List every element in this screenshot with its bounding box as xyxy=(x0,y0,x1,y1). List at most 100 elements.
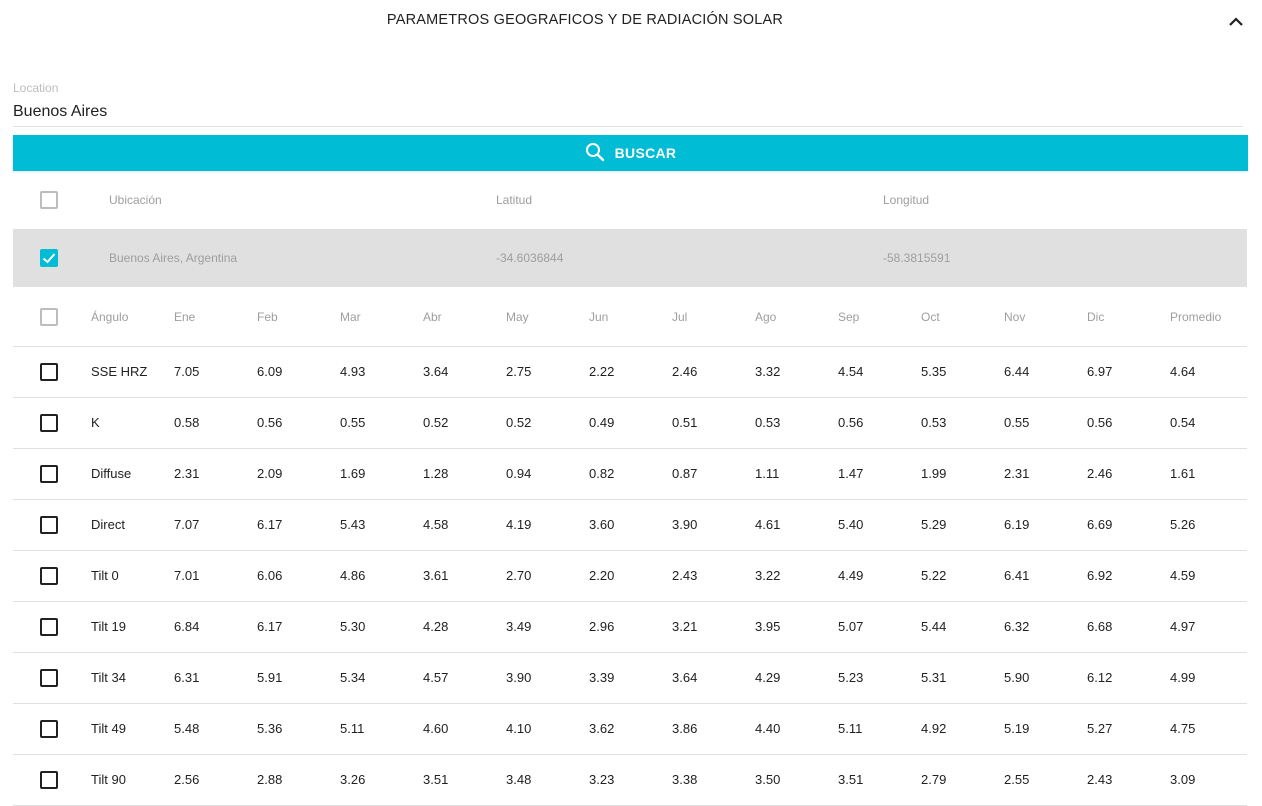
table-cell: 4.60 xyxy=(423,721,449,736)
table-cell: 3.23 xyxy=(589,772,615,787)
table-row[interactable]: Tilt 19 6.84 6.17 5.30 4.28 3.49 2.96 3.21 3.95 5… xyxy=(13,602,1247,653)
table-cell: 5.29 xyxy=(921,517,947,532)
table-cell: 0.49 xyxy=(589,415,615,430)
table-cell: 3.86 xyxy=(672,721,698,736)
table-cell: 0.56 xyxy=(1087,415,1113,430)
location-row[interactable]: Buenos Aires, Argentina -34.6036844 -58.38… xyxy=(13,229,1247,287)
table-row[interactable]: K 0.58 0.56 0.55 0.52 0.52 0.49 0.51 0.53 0.56 0.5… xyxy=(13,398,1247,449)
table-row[interactable]: Tilt 34 6.31 5.91 5.34 4.57 3.90 3.39 3.64 4.29 5… xyxy=(13,653,1247,704)
table-cell: 3.64 xyxy=(423,364,449,379)
select-all-locations-checkbox[interactable] xyxy=(40,191,58,209)
angle-label: Tilt 90 xyxy=(91,772,126,787)
column-header: Jun xyxy=(589,310,609,324)
table-cell: 4.40 xyxy=(755,721,781,736)
table-cell: 3.09 xyxy=(1170,772,1196,787)
angle-label: Tilt 34 xyxy=(91,670,126,685)
table-cell: 0.58 xyxy=(174,415,200,430)
locations-table-header: Ubicación Latitud Longitud xyxy=(13,171,1247,229)
column-header: Ene xyxy=(174,310,196,324)
table-cell: 6.32 xyxy=(1004,619,1030,634)
chevron-up-icon[interactable] xyxy=(1226,12,1246,30)
row-checkbox[interactable] xyxy=(40,618,58,636)
table-row[interactable]: Tilt 0 7.01 6.06 4.86 3.61 2.70 2.20 2.43 3.22 4.… xyxy=(13,551,1247,602)
table-cell: 5.07 xyxy=(838,619,864,634)
table-cell: 7.07 xyxy=(174,517,200,532)
table-cell: 0.52 xyxy=(506,415,532,430)
table-cell: 3.51 xyxy=(423,772,449,787)
table-row[interactable]: SSE HRZ 7.05 6.09 4.93 3.64 2.75 2.22 2.46 3.32 4… xyxy=(13,347,1247,398)
location-longitude: -58.3815591 xyxy=(883,251,951,265)
table-cell: 4.19 xyxy=(506,517,532,532)
table-cell: 6.41 xyxy=(1004,568,1030,583)
table-cell: 3.64 xyxy=(672,670,698,685)
row-checkbox[interactable] xyxy=(40,414,58,432)
search-button[interactable]: BUSCAR xyxy=(13,135,1248,171)
row-checkbox[interactable] xyxy=(40,516,58,534)
table-cell: 3.32 xyxy=(755,364,781,379)
location-input[interactable] xyxy=(13,98,1243,127)
table-cell: 2.79 xyxy=(921,772,947,787)
table-cell: 0.54 xyxy=(1170,415,1196,430)
table-cell: 2.31 xyxy=(1004,466,1030,481)
table-row[interactable]: Diffuse 2.31 2.09 1.69 1.28 0.94 0.82 0.87 1.11 1… xyxy=(13,449,1247,500)
column-header: Ángulo xyxy=(91,310,129,324)
table-cell: 5.43 xyxy=(340,517,366,532)
table-cell: 2.88 xyxy=(257,772,283,787)
panel-title: PARAMETROS GEOGRAFICOS Y DE RADIACIÓN SO… xyxy=(386,12,784,28)
panel-header[interactable]: PARAMETROS GEOGRAFICOS Y DE RADIACIÓN SO… xyxy=(0,0,1262,42)
table-cell: 6.09 xyxy=(257,364,283,379)
table-row[interactable]: Tilt 90 2.56 2.88 3.26 3.51 3.48 3.23 3.38 3.50 3… xyxy=(13,755,1247,806)
table-cell: 6.17 xyxy=(257,517,283,532)
header-latitud: Latitud xyxy=(496,193,533,207)
location-latitude: -34.6036844 xyxy=(496,251,564,265)
column-header: Dic xyxy=(1087,310,1105,324)
table-row[interactable]: Direct 7.07 6.17 5.43 4.58 4.19 3.60 3.90 4.61 5.… xyxy=(13,500,1247,551)
table-cell: 6.44 xyxy=(1004,364,1030,379)
table-cell: 2.20 xyxy=(589,568,615,583)
table-cell: 2.46 xyxy=(1087,466,1113,481)
table-cell: 5.30 xyxy=(340,619,366,634)
table-cell: 5.44 xyxy=(921,619,947,634)
angle-label: SSE HRZ xyxy=(91,364,148,379)
location-label: Location xyxy=(13,81,59,95)
table-cell: 2.96 xyxy=(589,619,615,634)
row-checkbox[interactable] xyxy=(40,669,58,687)
column-header: Nov xyxy=(1004,310,1026,324)
row-checkbox[interactable] xyxy=(40,720,58,738)
row-checkbox[interactable] xyxy=(40,771,58,789)
row-checkbox[interactable] xyxy=(40,567,58,585)
column-header: Abr xyxy=(423,310,442,324)
table-cell: 0.94 xyxy=(506,466,532,481)
table-cell: 3.90 xyxy=(672,517,698,532)
table-cell: 4.54 xyxy=(838,364,864,379)
angle-label: Tilt 19 xyxy=(91,619,126,634)
table-cell: 3.95 xyxy=(755,619,781,634)
radiation-table: Ángulo Ene Feb Mar Abr May Jun Jul Ago Sep Oct Nov D… xyxy=(13,288,1247,806)
column-header: Jul xyxy=(672,310,688,324)
table-cell: 5.35 xyxy=(921,364,947,379)
angle-label: K xyxy=(91,415,100,430)
column-header: Mar xyxy=(340,310,361,324)
table-cell: 1.99 xyxy=(921,466,947,481)
column-header: May xyxy=(506,310,529,324)
table-cell: 3.22 xyxy=(755,568,781,583)
table-cell: 3.90 xyxy=(506,670,532,685)
table-row[interactable]: Tilt 49 5.48 5.36 5.11 4.60 4.10 3.62 3.86 4.40 5… xyxy=(13,704,1247,755)
table-cell: 5.34 xyxy=(340,670,366,685)
location-row-checkbox[interactable] xyxy=(40,249,58,267)
table-cell: 4.57 xyxy=(423,670,449,685)
table-cell: 3.51 xyxy=(838,772,864,787)
angle-label: Tilt 49 xyxy=(91,721,126,736)
header-longitud: Longitud xyxy=(883,193,930,207)
table-cell: 6.19 xyxy=(1004,517,1030,532)
table-cell: 3.48 xyxy=(506,772,532,787)
select-all-angles-checkbox[interactable] xyxy=(40,308,58,326)
table-cell: 2.31 xyxy=(174,466,200,481)
row-checkbox[interactable] xyxy=(40,465,58,483)
angle-label: Direct xyxy=(91,517,125,532)
table-cell: 3.26 xyxy=(340,772,366,787)
column-header: Feb xyxy=(257,310,278,324)
row-checkbox[interactable] xyxy=(40,363,58,381)
column-header: Oct xyxy=(921,310,940,324)
table-cell: 5.26 xyxy=(1170,517,1196,532)
